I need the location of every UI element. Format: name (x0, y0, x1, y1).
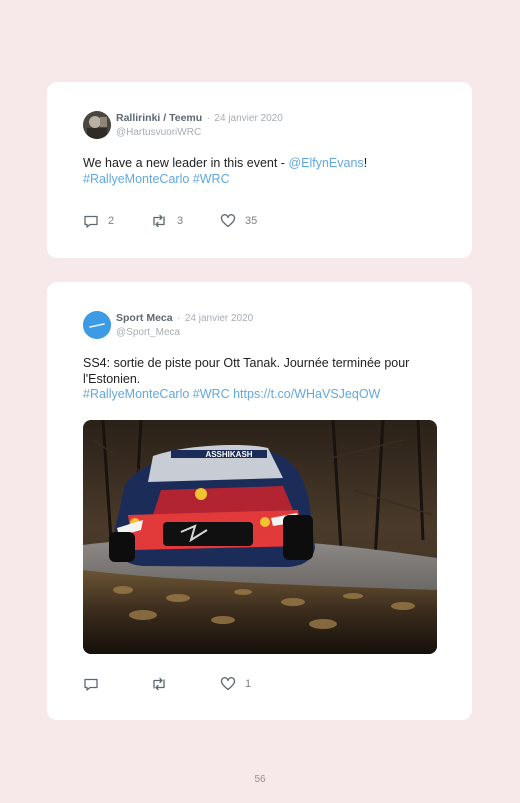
page-number: 56 (254, 774, 266, 785)
tweet-date[interactable]: 24 janvier 2020 (214, 113, 282, 124)
tweet-text-prefix: We have a new leader in this event - (83, 156, 289, 170)
rally-car-photo: ASSHIKASH (83, 420, 437, 654)
avatar[interactable] (83, 311, 111, 339)
tweet-header: Sport Meca · 24 janvier 2020 @Sport_Meca (116, 310, 253, 339)
car-sponsor-text: ASSHIKASH (205, 450, 252, 459)
retweet-icon (153, 214, 165, 228)
url-link[interactable]: https://t.co/WHaVSJeqOW (233, 387, 380, 401)
like-count: 35 (245, 215, 258, 227)
hashtag-link[interactable]: #WRC (193, 172, 230, 186)
tweet-image[interactable]: ASSHIKASH (83, 420, 437, 654)
tweet-header: Rallirinki / Teemu · 24 janvier 2020 @Ha… (116, 110, 283, 139)
tweet-text-body: SS4: sortie de piste pour Ott Tanak. Jou… (83, 356, 410, 386)
tweet-card: Sport Meca · 24 janvier 2020 @Sport_Meca… (47, 282, 472, 720)
retweet-button[interactable] (150, 676, 177, 692)
hashtag-link[interactable]: #RallyeMonteCarlo (83, 387, 189, 401)
author-handle[interactable]: @Sport_Meca (116, 326, 253, 339)
heart-icon (220, 214, 236, 228)
like-button[interactable]: 1 (220, 676, 251, 692)
tweet-date[interactable]: 24 janvier 2020 (185, 313, 253, 324)
separator: · (177, 313, 181, 324)
author-name[interactable]: Rallirinki / Teemu (116, 112, 202, 124)
retweet-icon (153, 677, 165, 691)
like-count: 1 (245, 678, 252, 690)
retweet-button[interactable]: 3 (150, 213, 183, 229)
like-button[interactable]: 35 (220, 213, 257, 229)
separator: · (206, 113, 210, 124)
reply-count: 2 (108, 215, 115, 227)
retweet-count: 3 (177, 215, 184, 227)
avatar[interactable] (83, 111, 111, 139)
reply-button[interactable]: 2 (83, 213, 114, 229)
author-handle[interactable]: @HartusvuoriWRC (116, 126, 283, 139)
hashtag-link[interactable]: #WRC (193, 387, 230, 401)
tweet-text-suffix: ! (363, 156, 368, 170)
reply-icon (84, 215, 98, 228)
heart-icon (220, 677, 236, 691)
reply-button[interactable] (83, 676, 108, 692)
mention-link[interactable]: @ElfynEvans (288, 156, 363, 170)
author-name[interactable]: Sport Meca (116, 312, 173, 324)
avatar-photo (83, 111, 111, 139)
tweet-text: SS4: sortie de piste pour Ott Tanak. Jou… (83, 356, 443, 403)
hashtag-link[interactable]: #RallyeMonteCarlo (83, 172, 189, 186)
tweet-text: We have a new leader in this event - @El… (83, 156, 443, 187)
avatar-logo (83, 311, 111, 339)
tweet-card: Rallirinki / Teemu · 24 janvier 2020 @Ha… (47, 82, 472, 258)
reply-icon (84, 678, 98, 691)
